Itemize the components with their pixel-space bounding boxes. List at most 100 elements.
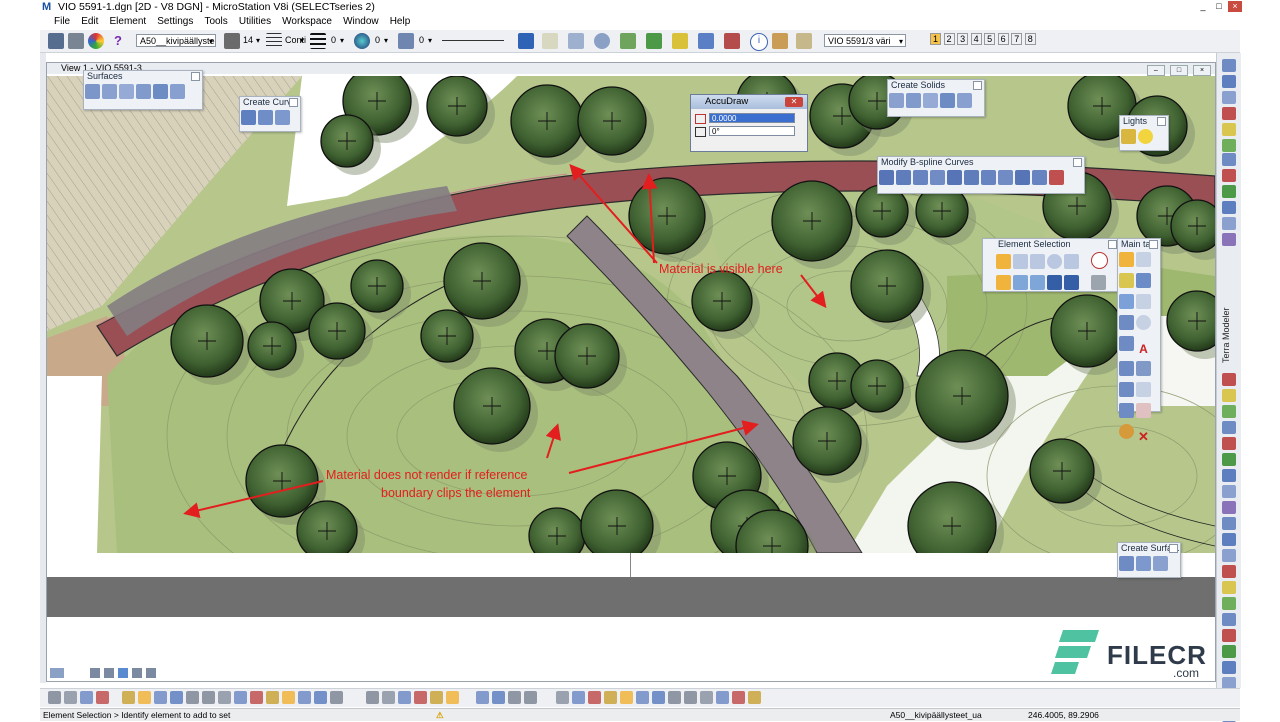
bottom-tool-icon[interactable] [138, 691, 151, 704]
menu-file[interactable]: File [54, 16, 70, 27]
line-style-combo[interactable]: Conti [282, 34, 306, 47]
menu-settings[interactable]: Settings [157, 16, 193, 27]
surface-tool-icon[interactable] [153, 84, 168, 99]
bspline-tool-icon[interactable] [947, 170, 962, 185]
view-tool-icon[interactable] [132, 668, 142, 678]
dock-tool-icon[interactable] [1222, 217, 1236, 230]
surface-tool-icon[interactable] [170, 84, 185, 99]
dock-tool-icon[interactable] [1222, 565, 1236, 578]
bottom-tool-icon[interactable] [556, 691, 569, 704]
line-style-icon[interactable] [266, 33, 282, 49]
main-tasks-palette[interactable]: Main ta... A ✕ [1117, 238, 1161, 444]
view-5-button[interactable]: 5 [984, 33, 996, 45]
solid-tool-icon[interactable] [957, 93, 972, 108]
help-icon[interactable]: ? [110, 33, 126, 49]
maximize-button[interactable]: □ [1212, 1, 1226, 12]
trim-icon[interactable] [1119, 403, 1134, 418]
dock-tool-icon[interactable] [1222, 91, 1236, 104]
line-weight-icon[interactable] [310, 33, 326, 49]
close-button[interactable]: × [1228, 1, 1242, 12]
bottom-tool-icon[interactable] [64, 691, 77, 704]
bottom-tool-icon[interactable] [330, 691, 343, 704]
view-3-button[interactable]: 3 [957, 33, 969, 45]
bottom-tool-icon[interactable] [218, 691, 231, 704]
paint-icon[interactable] [1119, 424, 1134, 439]
dock-tool-icon[interactable] [1222, 549, 1236, 562]
pattern-icon[interactable] [1136, 361, 1151, 376]
dock-tool-icon[interactable] [1222, 661, 1236, 674]
shape-select-icon[interactable] [1030, 254, 1045, 269]
active-level-combo[interactable]: A50__kivipäällysteet_u [136, 34, 216, 47]
view-2-button[interactable]: 2 [943, 33, 955, 45]
bottom-tool-icon[interactable] [80, 691, 93, 704]
accudraw-window[interactable]: AccuDraw ✕ 0.0000 0° [690, 94, 808, 152]
terra-modeler-tab[interactable]: Terra Modeler [1221, 303, 1235, 363]
fill-combo[interactable]: 0 [416, 34, 434, 47]
save-icon[interactable] [48, 33, 64, 49]
view-4-button[interactable]: 4 [970, 33, 982, 45]
dock-tool-icon[interactable] [1222, 185, 1236, 198]
create-solids-palette[interactable]: Create Solids [887, 79, 985, 117]
bottom-tool-icon[interactable] [652, 691, 665, 704]
delete-icon[interactable]: ✕ [1136, 429, 1151, 444]
bottom-tool-icon[interactable] [732, 691, 745, 704]
dock-tool-icon[interactable] [1222, 517, 1236, 530]
surface-tool-icon[interactable] [119, 84, 134, 99]
circle-tool-icon[interactable] [1136, 315, 1151, 330]
bottom-tool-icon[interactable] [154, 691, 167, 704]
bottom-tool-icon[interactable] [234, 691, 247, 704]
color-wheel-icon[interactable] [88, 33, 104, 49]
levels-icon[interactable] [672, 33, 688, 49]
modify-bspline-palette[interactable]: Modify B-spline Curves [877, 156, 1085, 194]
view-tool-icon[interactable] [104, 668, 114, 678]
info-icon[interactable]: i [750, 33, 768, 51]
dock-tool-icon[interactable] [1222, 597, 1236, 610]
solid-tool-icon[interactable] [889, 93, 904, 108]
dock-tool-icon[interactable] [1222, 389, 1236, 402]
tasks-icon[interactable] [568, 33, 584, 49]
globe-icon[interactable] [1064, 275, 1079, 290]
dock-tool-icon[interactable] [1222, 59, 1236, 72]
dock-tool-icon[interactable] [1222, 581, 1236, 594]
primary-icon[interactable] [542, 33, 558, 49]
snap-icon[interactable] [698, 33, 714, 49]
menu-tools[interactable]: Tools [204, 16, 227, 27]
bottom-tool-icon[interactable] [170, 691, 183, 704]
selection-pointer-icon[interactable] [996, 254, 1011, 269]
bottom-tool-icon[interactable] [684, 691, 697, 704]
dock-tool-icon[interactable] [1222, 169, 1236, 182]
bulb-icon[interactable] [1138, 129, 1153, 144]
dock-tool-icon[interactable] [1222, 201, 1236, 214]
solid-tool-icon[interactable] [906, 93, 921, 108]
lights-palette[interactable]: Lights [1119, 115, 1169, 151]
bspline-tool-icon[interactable] [930, 170, 945, 185]
line-select-icon[interactable] [1064, 254, 1079, 269]
view-control-icon[interactable] [594, 33, 610, 49]
surface-create-icon[interactable] [1119, 556, 1134, 571]
angle-field[interactable]: 0° [709, 126, 795, 136]
bottom-tool-icon[interactable] [524, 691, 537, 704]
palette-close-icon[interactable] [1149, 240, 1158, 249]
view-8-button[interactable]: 8 [1024, 33, 1036, 45]
snap-tool-icon[interactable] [1119, 294, 1134, 309]
group-icon[interactable] [1136, 403, 1151, 418]
bottom-tool-icon[interactable] [476, 691, 489, 704]
surface-tool-icon[interactable] [136, 84, 151, 99]
bottom-tool-icon[interactable] [398, 691, 411, 704]
solid-tool-icon[interactable] [923, 93, 938, 108]
measure-tool-icon[interactable] [1136, 273, 1151, 288]
add-select-icon[interactable] [996, 275, 1011, 290]
text-icon[interactable]: A [1136, 342, 1151, 357]
curve-tool-icon[interactable] [275, 110, 290, 125]
bspline-tool-icon[interactable] [879, 170, 894, 185]
circle-select-icon[interactable] [1047, 254, 1062, 269]
dock-tool-icon[interactable] [1222, 485, 1236, 498]
bottom-tool-icon[interactable] [620, 691, 633, 704]
bottom-tool-icon[interactable] [668, 691, 681, 704]
bottom-tool-icon[interactable] [314, 691, 327, 704]
bottom-tool-icon[interactable] [366, 691, 379, 704]
bspline-tool-icon[interactable] [913, 170, 928, 185]
dock-tool-icon[interactable] [1222, 469, 1236, 482]
element-template-icon[interactable] [224, 33, 240, 49]
view-group-combo[interactable]: VIO 5591/3 väri [824, 34, 906, 47]
